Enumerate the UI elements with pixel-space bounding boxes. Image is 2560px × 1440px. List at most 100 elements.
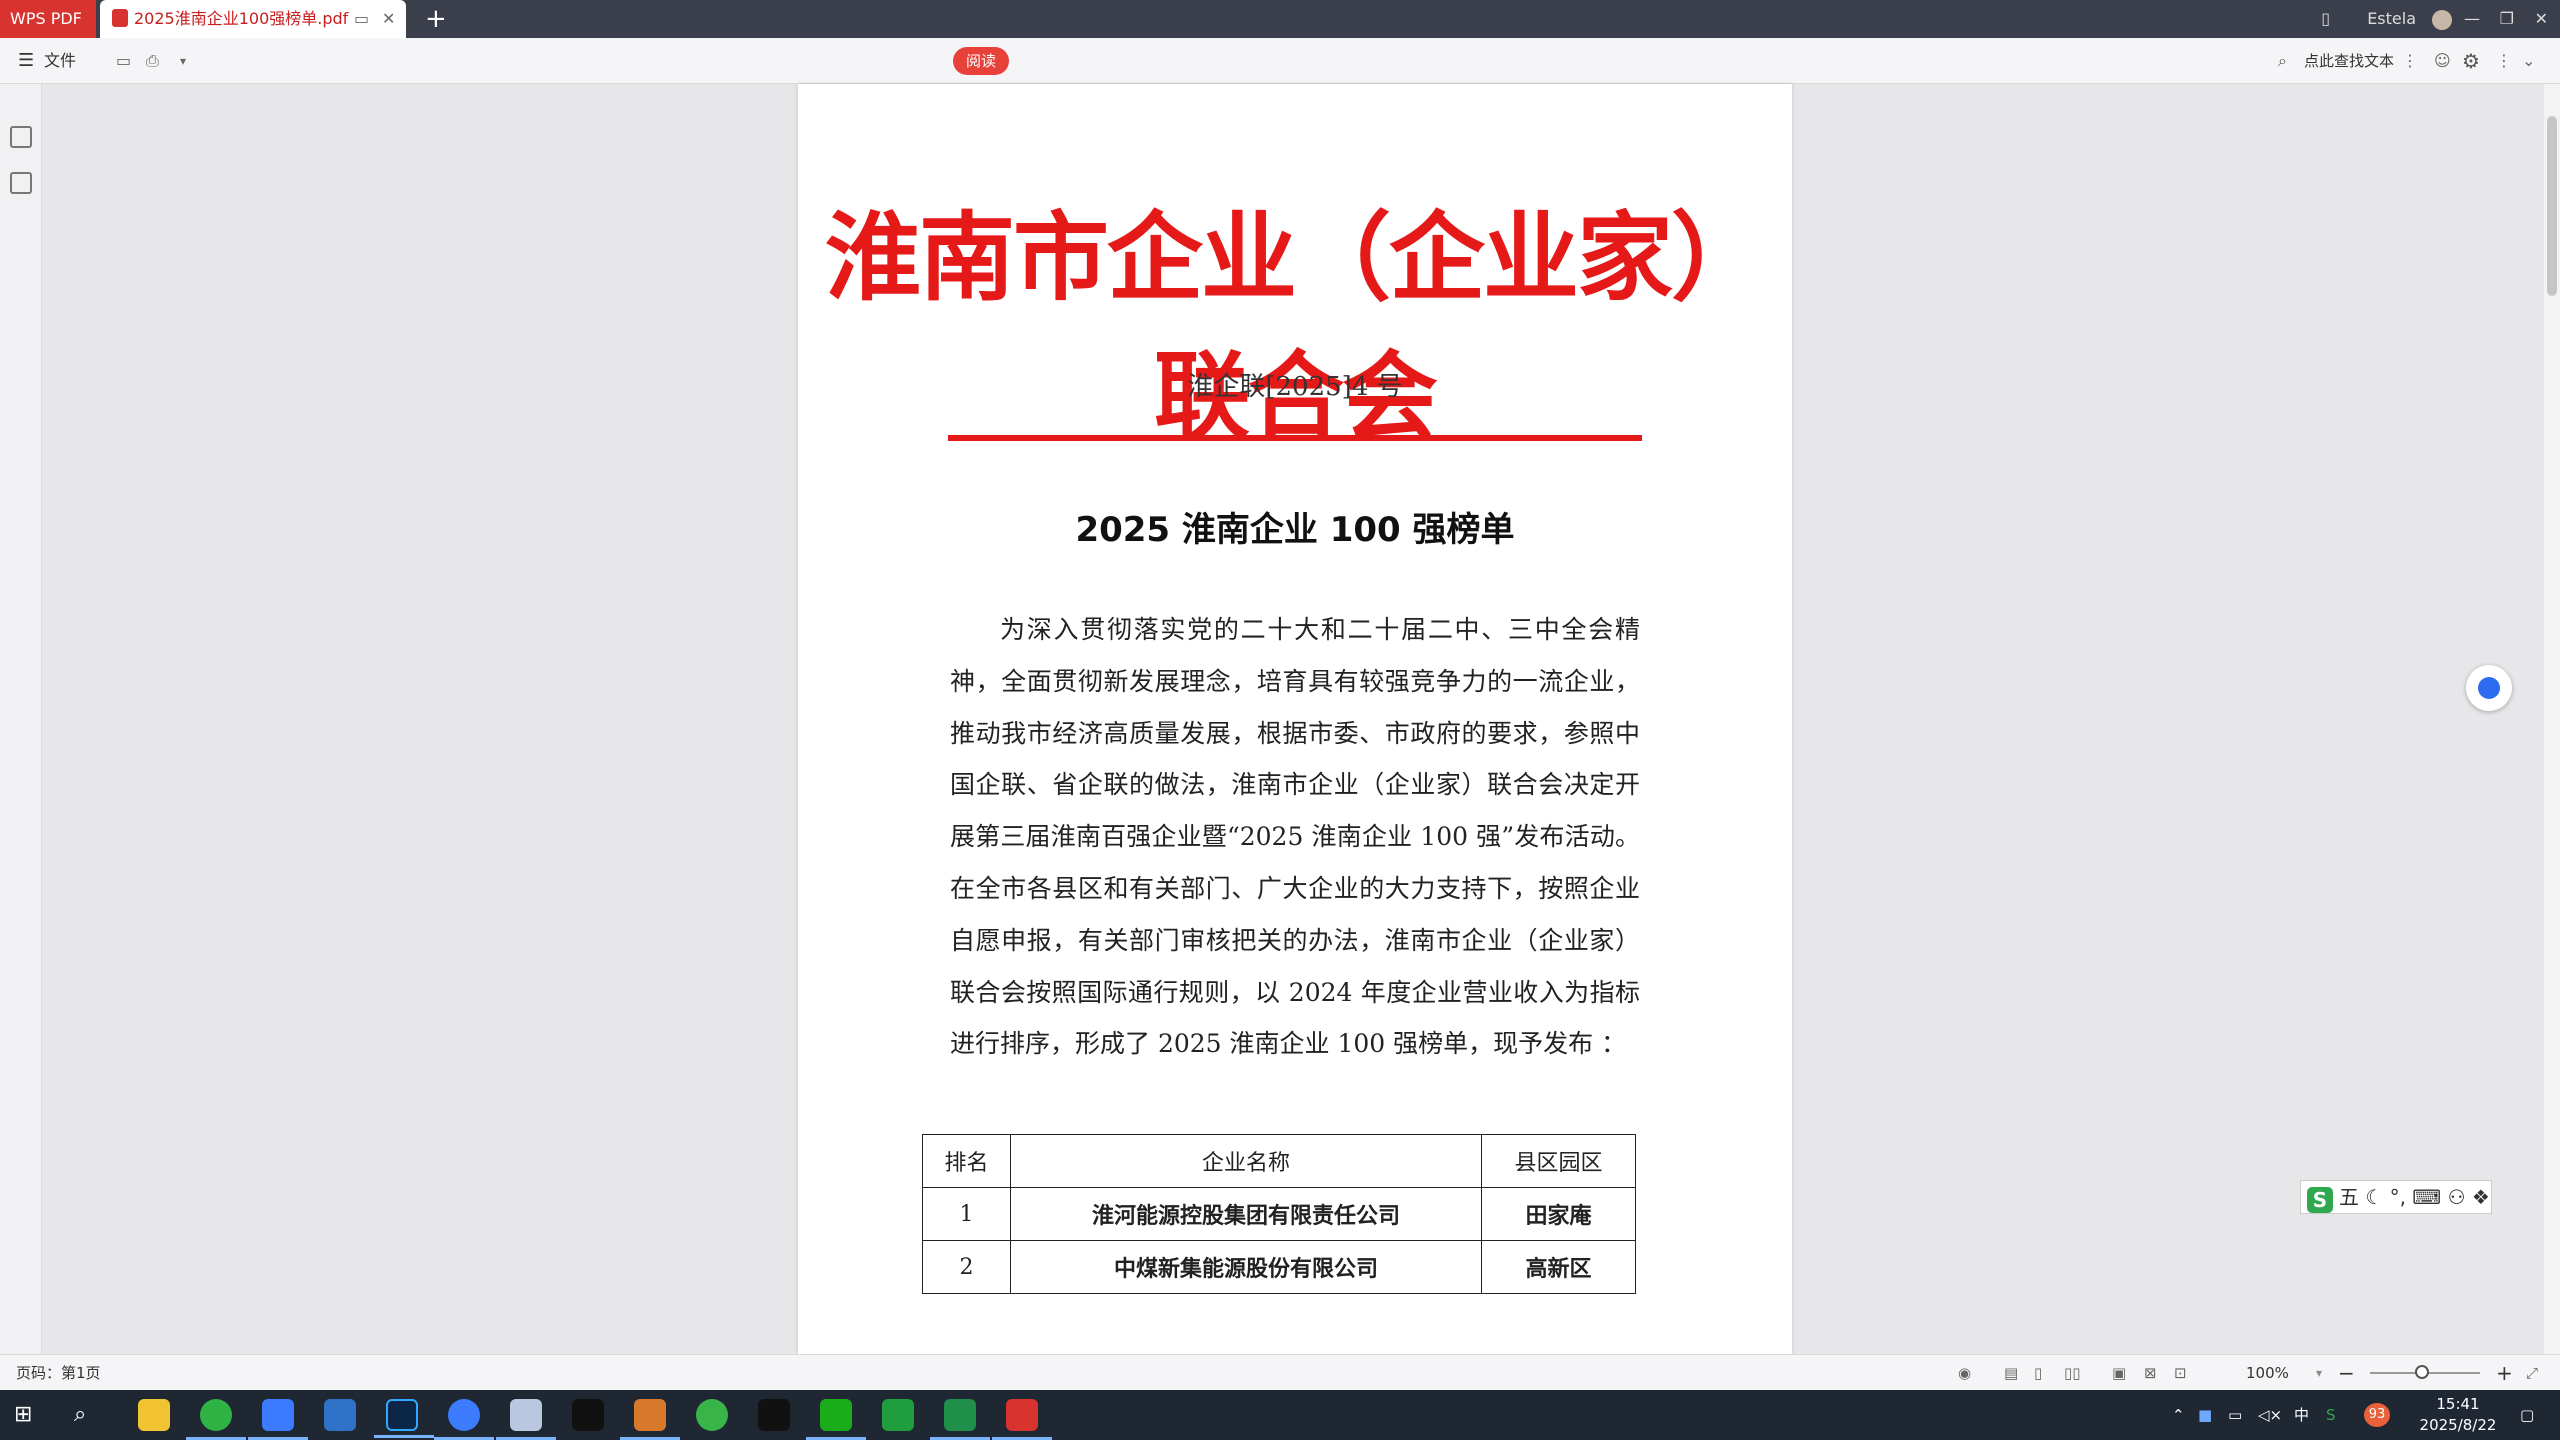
device-icon[interactable]: ▯ xyxy=(2321,0,2330,38)
file-menu[interactable]: 文件 xyxy=(44,38,76,84)
district-cell: 田家庵 xyxy=(1481,1187,1636,1241)
notification-center-icon[interactable]: ▢ xyxy=(2520,1390,2534,1440)
minimize-button[interactable]: — xyxy=(2464,0,2480,38)
more-options-icon[interactable]: ⋮ xyxy=(2496,38,2512,84)
sogou-ime-icon: S xyxy=(2307,1187,2333,1213)
feedback-icon[interactable]: ☺ xyxy=(2434,38,2451,84)
continuous-view-icon[interactable]: ▯ xyxy=(2034,1355,2042,1391)
portrait-app-icon[interactable] xyxy=(496,1399,556,1440)
column-header: 排名 xyxy=(922,1134,1011,1188)
sogou-tray-icon[interactable]: S xyxy=(2326,1390,2336,1440)
clock-time: 15:41 xyxy=(2436,1395,2480,1413)
capcut-icon[interactable] xyxy=(572,1399,604,1431)
maximize-button[interactable]: ❐ xyxy=(2500,0,2514,38)
page-indicator: 页码：第1页 xyxy=(16,1364,101,1382)
actual-size-icon[interactable]: ⊡ xyxy=(2174,1355,2187,1391)
company-cell: 淮河能源控股集团有限责任公司 xyxy=(1010,1187,1482,1241)
print-icon[interactable]: ⎙ xyxy=(146,38,159,84)
settings-icon[interactable]: ⚙ xyxy=(2462,38,2480,84)
open-folder-icon[interactable]: ▭ xyxy=(116,38,131,84)
input-method-bar[interactable]: S五 ☾ °, ⌨ ⚇ ❖ xyxy=(2300,1180,2492,1214)
ai-assistant-button[interactable] xyxy=(2466,665,2512,711)
ai-app-icon[interactable] xyxy=(248,1399,308,1440)
red-divider xyxy=(948,435,1642,441)
phone-app-icon[interactable] xyxy=(882,1399,914,1431)
more-icon[interactable]: ⋮ xyxy=(2402,38,2418,84)
company-cell: 中煤新集能源股份有限公司 xyxy=(1010,1240,1482,1294)
single-page-view-icon[interactable]: ▤ xyxy=(2004,1355,2018,1391)
column-header: 县区园区 xyxy=(1481,1134,1636,1188)
column-header: 企业名称 xyxy=(1010,1134,1482,1188)
scrollbar-thumb[interactable] xyxy=(2547,116,2557,296)
tiktok-icon[interactable] xyxy=(758,1399,790,1431)
table-header-row: 排名 企业名称 县区园区 xyxy=(922,1134,1636,1188)
two-page-view-icon[interactable]: ▯▯ xyxy=(2064,1355,2081,1391)
search-icon[interactable]: ⌕ xyxy=(2278,38,2287,84)
tray-expand-icon[interactable]: ⌃ xyxy=(2172,1390,2185,1440)
spreadsheet-icon[interactable] xyxy=(930,1399,990,1440)
zoom-slider-handle[interactable] xyxy=(2415,1365,2429,1379)
app-icon[interactable] xyxy=(324,1399,356,1431)
more-dropdown-icon[interactable]: ▾ xyxy=(180,38,186,84)
thumbnail-icon[interactable] xyxy=(10,172,32,194)
document-title: 2025 淮南企业 100 强榜单 xyxy=(1075,510,1515,550)
district-cell: 高新区 xyxy=(1481,1240,1636,1294)
outline-icon[interactable] xyxy=(10,126,32,148)
ranking-table: 排名 企业名称 县区园区 1 淮河能源控股集团有限责任公司 田家庵 2 中煤新集… xyxy=(922,1134,1636,1294)
ime-status: 五 ☾ °, ⌨ ⚇ ❖ xyxy=(2339,1185,2490,1209)
table-row: 2 中煤新集能源股份有限公司 高新区 xyxy=(922,1240,1636,1294)
zoom-in-button[interactable]: + xyxy=(2496,1355,2513,1391)
game-app-icon[interactable] xyxy=(696,1399,728,1431)
tray-app-icon[interactable]: ■ xyxy=(2198,1390,2212,1440)
title-bar: WPS PDF 2025淮南企业100强榜单.pdf ▭ ✕ + ▯ Estel… xyxy=(0,0,2560,38)
eye-care-icon[interactable]: ◉ xyxy=(1958,1355,1971,1391)
fit-page-icon[interactable]: ▣ xyxy=(2112,1355,2126,1391)
file-explorer-icon[interactable] xyxy=(138,1399,170,1431)
status-bar: 页码：第1页 ◉ ▤ ▯ ▯▯ ▣ ⊠ ⊡ 100% ▾ − + ⤢ xyxy=(0,1354,2560,1390)
close-button[interactable]: ✕ xyxy=(2535,0,2548,38)
read-mode-button[interactable]: 阅读 xyxy=(953,47,1009,75)
browser-icon[interactable] xyxy=(186,1399,246,1440)
assistant-icon xyxy=(2478,677,2500,699)
user-name[interactable]: Estela xyxy=(2367,0,2416,38)
close-tab-icon[interactable]: ✕ xyxy=(382,0,395,38)
pin-tab-icon[interactable]: ▭ xyxy=(354,0,369,38)
fullscreen-icon[interactable]: ⤢ xyxy=(2526,1355,2538,1391)
wps-pdf-icon[interactable] xyxy=(992,1399,1052,1440)
vertical-scrollbar[interactable] xyxy=(2544,84,2560,1354)
fit-width-icon[interactable]: ⊠ xyxy=(2144,1355,2157,1391)
app-menu-tab[interactable]: WPS PDF xyxy=(0,0,96,38)
search-icon[interactable]: ⌕ xyxy=(74,1399,106,1431)
document-number: 淮企联[2025]4 号 xyxy=(1187,372,1403,402)
search-text-input[interactable]: 点此查找文本 xyxy=(2304,38,2394,84)
wechat-icon[interactable] xyxy=(806,1399,866,1440)
zoom-level[interactable]: 100% xyxy=(2246,1355,2289,1391)
document-tab[interactable]: 2025淮南企业100强榜单.pdf ▭ ✕ xyxy=(100,0,406,38)
rank-cell: 1 xyxy=(922,1187,1011,1241)
pdf-file-icon xyxy=(112,9,128,27)
chrome-icon[interactable] xyxy=(434,1399,494,1440)
table-row: 1 淮河能源控股集团有限责任公司 田家庵 xyxy=(922,1187,1636,1241)
new-tab-button[interactable]: + xyxy=(425,0,447,38)
qq-icon[interactable] xyxy=(620,1399,680,1440)
main-toolbar: ☰ 文件 ▭ ⎙ ▾ 阅读 ⌕ 点此查找文本 ⋮ ☺ ⚙ ⋮ ⌄ xyxy=(0,38,2560,84)
pdf-page: 淮南市企业（企业家）联合会 淮企联[2025]4 号 2025 淮南企业 100… xyxy=(798,84,1792,1354)
rank-cell: 2 xyxy=(922,1240,1011,1294)
windows-start-icon[interactable]: ⊞ xyxy=(14,1399,46,1431)
volume-icon[interactable]: ◁× xyxy=(2258,1390,2282,1440)
notification-badge[interactable]: 93 xyxy=(2364,1403,2390,1427)
network-icon[interactable]: ▭ xyxy=(2228,1390,2242,1440)
hamburger-menu-icon[interactable]: ☰ xyxy=(18,38,34,84)
system-clock[interactable]: 15:41 2025/8/22 xyxy=(2408,1394,2508,1436)
body-text: 为深入贯彻落实党的二十大和二十届二中、三中全会精神，全面贯彻新发展理念，培育具有… xyxy=(950,615,1640,1059)
avatar[interactable] xyxy=(2432,10,2452,30)
ime-language[interactable]: 中 xyxy=(2294,1390,2309,1440)
photoshop-icon[interactable] xyxy=(374,1399,434,1438)
zoom-out-button[interactable]: − xyxy=(2338,1355,2355,1391)
body-paragraph: 为深入贯彻落实党的二十大和二十届二中、三中全会精神，全面贯彻新发展理念，培育具有… xyxy=(950,604,1640,1070)
collapse-chevron-icon[interactable]: ⌄ xyxy=(2522,38,2535,84)
left-sidebar xyxy=(0,84,42,1354)
windows-taskbar: ⊞ ⌕ ⌃ ■ ▭ ◁× 中 S 93 15:41 2025/8/22 ▢ xyxy=(0,1390,2560,1440)
organization-title: 淮南市企业（企业家）联合会 xyxy=(825,201,1767,453)
zoom-dropdown-icon[interactable]: ▾ xyxy=(2316,1355,2322,1391)
